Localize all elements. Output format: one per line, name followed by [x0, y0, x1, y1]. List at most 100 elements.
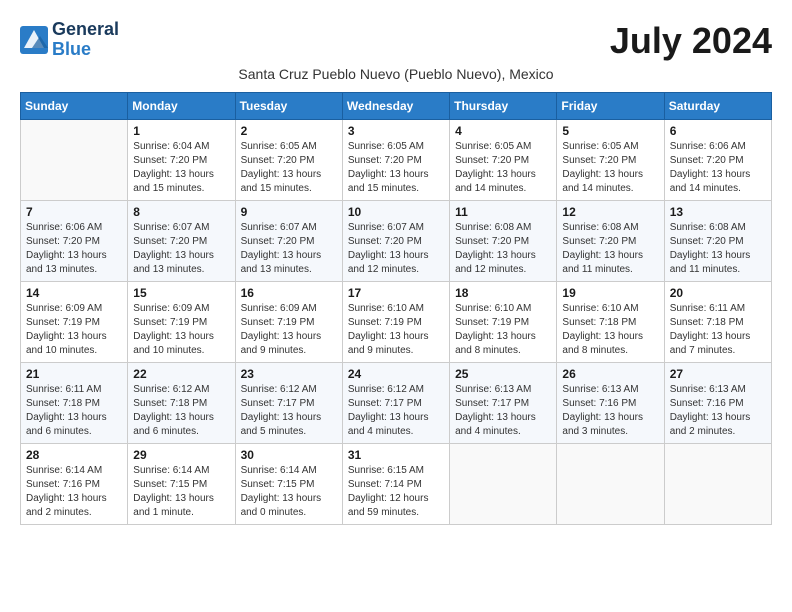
calendar-cell: 30Sunrise: 6:14 AM Sunset: 7:15 PM Dayli…: [235, 444, 342, 525]
day-number: 8: [133, 205, 229, 219]
day-info: Sunrise: 6:10 AM Sunset: 7:19 PM Dayligh…: [348, 302, 444, 358]
calendar-header-row: SundayMondayTuesdayWednesdayThursdayFrid…: [21, 93, 772, 120]
day-info: Sunrise: 6:09 AM Sunset: 7:19 PM Dayligh…: [26, 302, 122, 358]
day-info: Sunrise: 6:05 AM Sunset: 7:20 PM Dayligh…: [241, 140, 337, 196]
calendar-cell: 20 Sunrise: 6:11 AM Sunset: 7:18 PM Dayli…: [664, 282, 771, 363]
day-info: Sunrise: 6:12 AM Sunset: 7:18 PM Dayligh…: [133, 383, 229, 439]
day-number: 13: [670, 205, 766, 219]
header-friday: Friday: [557, 93, 664, 120]
logo-icon: [20, 26, 48, 54]
day-number: 31: [348, 448, 444, 462]
calendar-body: 1Sunrise: 6:04 AM Sunset: 7:20 PM Daylig…: [21, 120, 772, 525]
day-info: Sunrise: 6:05 AM Sunset: 7:20 PM Dayligh…: [348, 140, 444, 196]
day-info: Sunrise: 6:10 AM Sunset: 7:18 PM Dayligh…: [562, 302, 658, 358]
day-number: 18: [455, 286, 551, 300]
calendar-week-1: 1Sunrise: 6:04 AM Sunset: 7:20 PM Daylig…: [21, 120, 772, 201]
day-info: Sunrise: 6:06 AM Sunset: 7:20 PM Dayligh…: [26, 221, 122, 277]
day-number: 3: [348, 124, 444, 138]
calendar-cell: 8 Sunrise: 6:07 AM Sunset: 7:20 PM Daylig…: [128, 201, 235, 282]
day-number: 9: [241, 205, 337, 219]
calendar-cell: 5 Sunrise: 6:05 AM Sunset: 7:20 PM Daylig…: [557, 120, 664, 201]
calendar-cell: [21, 120, 128, 201]
day-info: Sunrise: 6:14 AM Sunset: 7:15 PM Dayligh…: [133, 464, 229, 520]
calendar-cell: 3 Sunrise: 6:05 AM Sunset: 7:20 PM Daylig…: [342, 120, 449, 201]
day-number: 22: [133, 367, 229, 381]
calendar-cell: 2 Sunrise: 6:05 AM Sunset: 7:20 PM Daylig…: [235, 120, 342, 201]
month-year-title: July 2024: [610, 20, 772, 62]
day-info: Sunrise: 6:07 AM Sunset: 7:20 PM Dayligh…: [133, 221, 229, 277]
day-info: Sunrise: 6:11 AM Sunset: 7:18 PM Dayligh…: [670, 302, 766, 358]
calendar-cell: 15Sunrise: 6:09 AM Sunset: 7:19 PM Dayli…: [128, 282, 235, 363]
calendar-cell: 13Sunrise: 6:08 AM Sunset: 7:20 PM Dayli…: [664, 201, 771, 282]
calendar-cell: 26 Sunrise: 6:13 AM Sunset: 7:16 PM Dayli…: [557, 363, 664, 444]
calendar-cell: 9 Sunrise: 6:07 AM Sunset: 7:20 PM Daylig…: [235, 201, 342, 282]
day-number: 27: [670, 367, 766, 381]
day-info: Sunrise: 6:13 AM Sunset: 7:16 PM Dayligh…: [670, 383, 766, 439]
calendar-cell: 7Sunrise: 6:06 AM Sunset: 7:20 PM Daylig…: [21, 201, 128, 282]
calendar-cell: 18Sunrise: 6:10 AM Sunset: 7:19 PM Dayli…: [450, 282, 557, 363]
day-number: 25: [455, 367, 551, 381]
header-thursday: Thursday: [450, 93, 557, 120]
day-number: 26: [562, 367, 658, 381]
day-number: 15: [133, 286, 229, 300]
day-info: Sunrise: 6:12 AM Sunset: 7:17 PM Dayligh…: [241, 383, 337, 439]
day-number: 23: [241, 367, 337, 381]
day-number: 29: [133, 448, 229, 462]
calendar-week-5: 28Sunrise: 6:14 AM Sunset: 7:16 PM Dayli…: [21, 444, 772, 525]
calendar-cell: 1Sunrise: 6:04 AM Sunset: 7:20 PM Daylig…: [128, 120, 235, 201]
day-info: Sunrise: 6:11 AM Sunset: 7:18 PM Dayligh…: [26, 383, 122, 439]
calendar-week-3: 14 Sunrise: 6:09 AM Sunset: 7:19 PM Dayli…: [21, 282, 772, 363]
day-info: Sunrise: 6:13 AM Sunset: 7:16 PM Dayligh…: [562, 383, 658, 439]
day-number: 17: [348, 286, 444, 300]
day-info: Sunrise: 6:14 AM Sunset: 7:16 PM Dayligh…: [26, 464, 122, 520]
day-info: Sunrise: 6:09 AM Sunset: 7:19 PM Dayligh…: [241, 302, 337, 358]
day-info: Sunrise: 6:15 AM Sunset: 7:14 PM Dayligh…: [348, 464, 444, 520]
calendar-cell: 28Sunrise: 6:14 AM Sunset: 7:16 PM Dayli…: [21, 444, 128, 525]
calendar-table: SundayMondayTuesdayWednesdayThursdayFrid…: [20, 92, 772, 525]
calendar-cell: 4Sunrise: 6:05 AM Sunset: 7:20 PM Daylig…: [450, 120, 557, 201]
calendar-cell: 6 Sunrise: 6:06 AM Sunset: 7:20 PM Daylig…: [664, 120, 771, 201]
header-tuesday: Tuesday: [235, 93, 342, 120]
day-number: 11: [455, 205, 551, 219]
day-number: 5: [562, 124, 658, 138]
day-number: 30: [241, 448, 337, 462]
day-number: 10: [348, 205, 444, 219]
calendar-cell: 25 Sunrise: 6:13 AM Sunset: 7:17 PM Dayli…: [450, 363, 557, 444]
day-number: 16: [241, 286, 337, 300]
day-info: Sunrise: 6:13 AM Sunset: 7:17 PM Dayligh…: [455, 383, 551, 439]
calendar-cell: [664, 444, 771, 525]
day-number: 1: [133, 124, 229, 138]
day-number: 14: [26, 286, 122, 300]
calendar-cell: 22 Sunrise: 6:12 AM Sunset: 7:18 PM Dayli…: [128, 363, 235, 444]
calendar-cell: 11 Sunrise: 6:08 AM Sunset: 7:20 PM Dayli…: [450, 201, 557, 282]
day-info: Sunrise: 6:05 AM Sunset: 7:20 PM Dayligh…: [562, 140, 658, 196]
location-subtitle: Santa Cruz Pueblo Nuevo (Pueblo Nuevo), …: [20, 66, 772, 82]
logo: General Blue: [20, 20, 119, 60]
day-number: 24: [348, 367, 444, 381]
calendar-week-2: 7Sunrise: 6:06 AM Sunset: 7:20 PM Daylig…: [21, 201, 772, 282]
calendar-cell: 29 Sunrise: 6:14 AM Sunset: 7:15 PM Dayli…: [128, 444, 235, 525]
day-info: Sunrise: 6:07 AM Sunset: 7:20 PM Dayligh…: [241, 221, 337, 277]
day-info: Sunrise: 6:07 AM Sunset: 7:20 PM Dayligh…: [348, 221, 444, 277]
header-sunday: Sunday: [21, 93, 128, 120]
calendar-cell: 14 Sunrise: 6:09 AM Sunset: 7:19 PM Dayli…: [21, 282, 128, 363]
day-number: 19: [562, 286, 658, 300]
day-number: 2: [241, 124, 337, 138]
calendar-cell: 21 Sunrise: 6:11 AM Sunset: 7:18 PM Dayli…: [21, 363, 128, 444]
header-wednesday: Wednesday: [342, 93, 449, 120]
calendar-cell: 24Sunrise: 6:12 AM Sunset: 7:17 PM Dayli…: [342, 363, 449, 444]
calendar-cell: 31 Sunrise: 6:15 AM Sunset: 7:14 PM Dayli…: [342, 444, 449, 525]
day-info: Sunrise: 6:08 AM Sunset: 7:20 PM Dayligh…: [455, 221, 551, 277]
header-monday: Monday: [128, 93, 235, 120]
calendar-cell: [557, 444, 664, 525]
day-info: Sunrise: 6:08 AM Sunset: 7:20 PM Dayligh…: [562, 221, 658, 277]
calendar-cell: 16 Sunrise: 6:09 AM Sunset: 7:19 PM Dayli…: [235, 282, 342, 363]
day-number: 6: [670, 124, 766, 138]
calendar-cell: 27 Sunrise: 6:13 AM Sunset: 7:16 PM Dayli…: [664, 363, 771, 444]
calendar-cell: [450, 444, 557, 525]
calendar-cell: 23 Sunrise: 6:12 AM Sunset: 7:17 PM Dayli…: [235, 363, 342, 444]
day-number: 21: [26, 367, 122, 381]
day-number: 20: [670, 286, 766, 300]
calendar-cell: 17 Sunrise: 6:10 AM Sunset: 7:19 PM Dayli…: [342, 282, 449, 363]
day-info: Sunrise: 6:06 AM Sunset: 7:20 PM Dayligh…: [670, 140, 766, 196]
